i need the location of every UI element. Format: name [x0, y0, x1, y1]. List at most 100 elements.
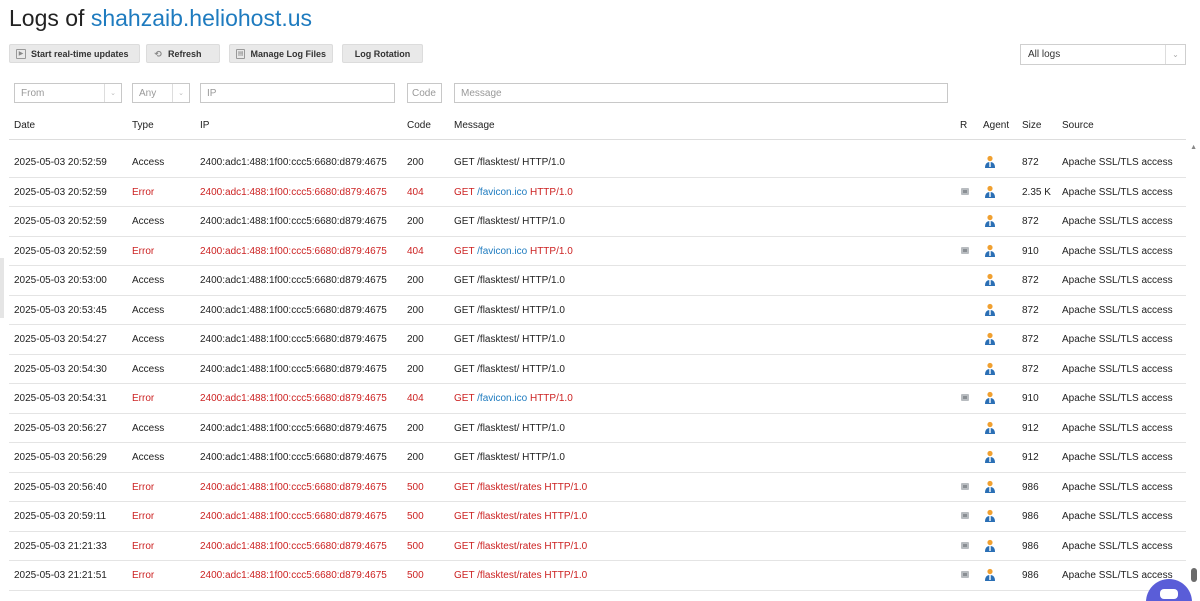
table-row[interactable]: 2025-05-03 20:56:40 Error 2400:adc1:488:1f…	[9, 473, 1186, 502]
table-row[interactable]: 2025-05-03 20:54:31 Error 2400:adc1:488:1f…	[9, 384, 1186, 414]
table-row[interactable]: 2025-05-03 21:21:33 Error 2400:adc1:488:1f…	[9, 532, 1186, 561]
user-agent-icon[interactable]	[984, 421, 996, 435]
cell-source: Apache SSL/TLS access	[1062, 481, 1173, 493]
referrer-icon[interactable]	[961, 541, 969, 549]
cell-ip: 2400:adc1:488:1f00:ccc5:6680:d879:4675	[200, 422, 387, 434]
user-agent-icon[interactable]	[984, 273, 996, 287]
log-file-select[interactable]: All logs ⌄	[1020, 44, 1186, 65]
referrer-icon[interactable]	[961, 246, 969, 254]
user-agent-icon[interactable]	[984, 450, 996, 464]
table-row[interactable]: 2025-05-03 20:52:59 Error 2400:adc1:488:1f…	[9, 178, 1186, 207]
cell-date: 2025-05-03 20:56:27	[14, 422, 107, 434]
cell-date: 2025-05-03 20:54:31	[14, 393, 107, 404]
refresh-button[interactable]: ⟲ Refresh	[146, 44, 220, 63]
cell-message: GET /flasktest/ HTTP/1.0	[454, 305, 565, 316]
column-header-type[interactable]: Type	[132, 120, 154, 131]
cell-code: 200	[407, 363, 424, 375]
referrer-icon[interactable]	[961, 571, 969, 578]
user-agent-icon[interactable]	[984, 185, 996, 199]
from-date-select[interactable]: From ⌄	[14, 83, 122, 103]
start-realtime-button[interactable]: ▶ Start real-time updates	[9, 44, 140, 63]
cell-ip: 2400:adc1:488:1f00:ccc5:6680:d879:4675	[200, 304, 387, 316]
cell-message: GET /flasktest/ HTTP/1.0	[454, 364, 565, 375]
scrollbar-thumb[interactable]	[1191, 568, 1197, 582]
cell-ip: 2400:adc1:488:1f00:ccc5:6680:d879:4675	[200, 452, 387, 463]
message-text: GET	[454, 245, 478, 257]
message-text: GET /flasktest/ HTTP/1.0	[454, 304, 565, 316]
table-row[interactable]: 2025-05-03 20:53:45 Access 2400:adc1:488:1…	[9, 296, 1186, 325]
user-agent-icon[interactable]	[984, 244, 996, 258]
column-header-code[interactable]: Code	[407, 120, 431, 131]
cell-message: GET /flasktest/rates HTTP/1.0	[454, 541, 587, 552]
cell-source: Apache SSL/TLS access	[1062, 452, 1173, 463]
user-agent-icon[interactable]	[984, 539, 996, 553]
user-agent-icon[interactable]	[984, 155, 996, 169]
scroll-up-icon[interactable]: ▲	[1190, 144, 1197, 151]
cell-size: 910	[1022, 393, 1039, 404]
table-row[interactable]: 2025-05-03 20:56:27 Access 2400:adc1:488:1…	[9, 414, 1186, 443]
table-row[interactable]: 2025-05-03 20:59:11 Error 2400:adc1:488:1f…	[9, 502, 1186, 532]
column-header-message[interactable]: Message	[454, 120, 495, 131]
table-row[interactable]: 2025-05-03 20:53:00 Access 2400:adc1:488:1…	[9, 266, 1186, 296]
scrollbar[interactable]: ▲	[1188, 144, 1200, 601]
code-filter-input[interactable]	[407, 83, 442, 103]
column-header-size[interactable]: Size	[1022, 120, 1041, 131]
type-filter-label: Any	[139, 87, 157, 99]
user-agent-icon[interactable]	[984, 332, 996, 346]
column-header-ip[interactable]: IP	[200, 120, 209, 131]
user-agent-icon[interactable]	[984, 303, 996, 317]
cell-size: 912	[1022, 422, 1039, 434]
user-agent-icon[interactable]	[984, 391, 996, 405]
cell-code: 200	[407, 216, 424, 227]
user-agent-icon[interactable]	[984, 214, 996, 228]
table-row[interactable]: 2025-05-03 20:56:29 Access 2400:adc1:488:1…	[9, 443, 1186, 473]
table-row[interactable]: 2025-05-03 21:21:51 Error 2400:adc1:488:1f…	[9, 561, 1186, 591]
message-link[interactable]: /favicon.ico	[477, 187, 527, 198]
domain-link[interactable]: shahzaib.heliohost.us	[91, 5, 312, 31]
log-rotation-button[interactable]: Log Rotation	[342, 44, 423, 63]
cell-ip: 2400:adc1:488:1f00:ccc5:6680:d879:4675	[200, 334, 387, 345]
referrer-icon[interactable]	[961, 394, 969, 401]
cell-type: Error	[132, 540, 155, 552]
type-filter-select[interactable]: Any ⌄	[132, 83, 190, 103]
side-handle[interactable]	[0, 258, 4, 318]
user-agent-icon[interactable]	[984, 362, 996, 376]
message-filter-input[interactable]	[454, 83, 948, 103]
cell-code: 200	[407, 157, 424, 168]
message-link[interactable]: /favicon.ico	[477, 393, 527, 404]
table-row[interactable]: 2025-05-03 20:52:59 Access 2400:adc1:488:1…	[9, 148, 1186, 178]
ip-filter-input[interactable]	[200, 83, 395, 103]
user-agent-icon[interactable]	[984, 480, 996, 494]
referrer-icon[interactable]	[961, 187, 969, 195]
table-row[interactable]: 2025-05-03 20:54:27 Access 2400:adc1:488:1…	[9, 325, 1186, 355]
cell-type: Access	[132, 334, 165, 345]
table-row[interactable]: 2025-05-03 20:52:59 Access 2400:adc1:488:1…	[9, 207, 1186, 237]
message-text: GET /flasktest/ HTTP/1.0	[454, 275, 565, 286]
user-agent-icon[interactable]	[984, 568, 996, 582]
message-text: GET /flasktest/rates HTTP/1.0	[454, 570, 588, 581]
cell-source: Apache SSL/TLS access	[1062, 304, 1173, 316]
cell-date: 2025-05-03 20:59:11	[14, 511, 107, 522]
cell-type: Access	[132, 157, 165, 168]
cell-type: Access	[132, 216, 165, 227]
message-link[interactable]: /favicon.ico	[477, 246, 527, 257]
table-row[interactable]: 2025-05-03 20:54:30 Access 2400:adc1:488:1…	[9, 355, 1186, 384]
cell-size: 912	[1022, 452, 1039, 463]
message-text: GET /flasktest/ HTTP/1.0	[454, 452, 565, 463]
cell-code: 500	[407, 570, 424, 581]
column-header-agent[interactable]: Agent	[983, 120, 1009, 131]
referrer-icon[interactable]	[961, 512, 969, 519]
user-agent-icon[interactable]	[984, 509, 996, 523]
column-header-source[interactable]: Source	[1062, 120, 1094, 131]
table-row[interactable]: 2025-05-03 20:52:59 Error 2400:adc1:488:1f…	[9, 237, 1186, 266]
referrer-icon[interactable]	[961, 482, 969, 490]
column-header-r[interactable]: R	[960, 120, 967, 131]
title-prefix: Logs of	[9, 5, 85, 31]
cell-ip: 2400:adc1:488:1f00:ccc5:6680:d879:4675	[200, 363, 387, 375]
cell-date: 2025-05-03 20:56:29	[14, 452, 107, 463]
refresh-label: Refresh	[168, 48, 202, 59]
column-header-date[interactable]: Date	[14, 120, 35, 131]
manage-log-files-button[interactable]: ▤ Manage Log Files	[229, 44, 333, 63]
cell-date: 2025-05-03 20:52:59	[14, 245, 107, 257]
cell-code: 404	[407, 393, 424, 404]
